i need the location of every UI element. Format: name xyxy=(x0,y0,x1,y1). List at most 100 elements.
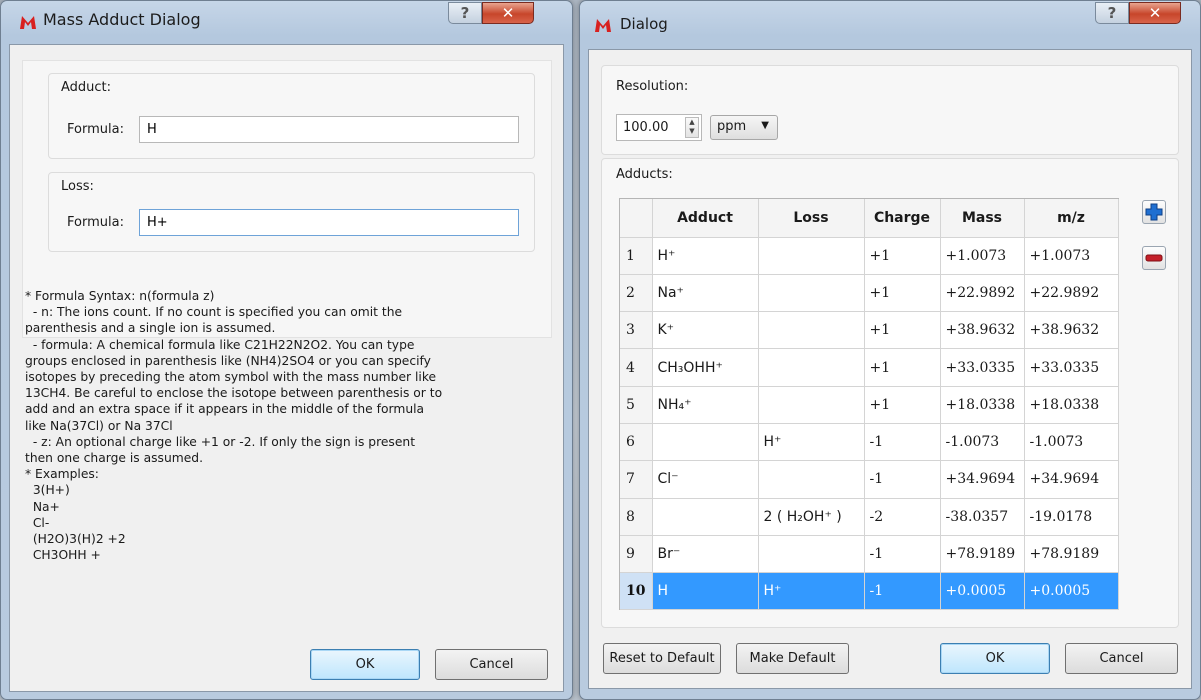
row-number[interactable]: 9 xyxy=(620,535,653,574)
adduct-cell[interactable]: Br⁻ xyxy=(652,535,759,574)
table-row[interactable]: 5 NH₄⁺ +1 +18.0338 +18.0338 xyxy=(620,386,1119,424)
adducts-table[interactable]: Adduct Loss Charge Mass m/z 1 H⁺ +1 +1.0… xyxy=(619,198,1119,611)
mass-cell[interactable]: +34.9694 xyxy=(940,460,1025,499)
table-row[interactable]: 7 Cl⁻ -1 +34.9694 +34.9694 xyxy=(620,460,1119,499)
charge-cell[interactable]: -1 xyxy=(864,423,941,462)
loss-cell[interactable] xyxy=(758,274,865,313)
column-header[interactable]: m/z xyxy=(1024,199,1119,238)
row-number[interactable]: 4 xyxy=(620,348,653,387)
loss-cell[interactable] xyxy=(758,460,865,499)
adduct-cell[interactable]: CH₃OHH⁺ xyxy=(652,348,759,387)
charge-cell[interactable]: +1 xyxy=(864,348,941,387)
row-number[interactable]: 6 xyxy=(620,423,653,462)
mass-cell[interactable]: +22.9892 xyxy=(940,274,1025,313)
adduct-cell[interactable]: Cl⁻ xyxy=(652,460,759,499)
mz-cell[interactable]: +78.9189 xyxy=(1024,535,1119,574)
adduct-groupbox: Adduct: Formula: xyxy=(48,73,535,159)
table-row[interactable]: 9 Br⁻ -1 +78.9189 +78.9189 xyxy=(620,535,1119,574)
row-number[interactable]: 3 xyxy=(620,311,653,350)
charge-cell[interactable]: -1 xyxy=(864,535,941,574)
remove-row-button[interactable] xyxy=(1142,246,1166,270)
help-button[interactable]: ? xyxy=(1095,2,1129,24)
loss-formula-input[interactable] xyxy=(139,209,519,236)
mz-cell[interactable]: -1.0073 xyxy=(1024,423,1119,462)
mz-cell[interactable]: +18.0338 xyxy=(1024,386,1119,424)
loss-cell[interactable] xyxy=(758,311,865,350)
loss-cell[interactable] xyxy=(758,386,865,424)
column-header[interactable]: Mass xyxy=(940,199,1025,238)
row-number[interactable]: 1 xyxy=(620,237,653,275)
mz-cell[interactable]: -19.0178 xyxy=(1024,498,1119,536)
mz-cell[interactable]: +1.0073 xyxy=(1024,237,1119,275)
row-number[interactable]: 2 xyxy=(620,274,653,313)
loss-groupbox: Loss: Formula: xyxy=(48,172,535,252)
close-button[interactable]: ✕ xyxy=(482,2,534,24)
resolution-unit-select[interactable]: ppm ▼ xyxy=(710,115,778,140)
cancel-button[interactable]: Cancel xyxy=(1065,643,1178,674)
mass-cell[interactable]: +1.0073 xyxy=(940,237,1025,275)
row-number[interactable]: 8 xyxy=(620,498,653,536)
adduct-group-title: Adduct: xyxy=(61,80,112,95)
title-bar[interactable]: Dialog ? ✕ xyxy=(580,1,1200,43)
loss-cell[interactable]: 2 ( H₂OH⁺ ) xyxy=(758,498,865,536)
table-row[interactable]: 3 K⁺ +1 +38.9632 +38.9632 xyxy=(620,311,1119,350)
resolution-spinbox[interactable]: 100.00 ▲ ▼ xyxy=(616,114,702,141)
adduct-cell[interactable]: NH₄⁺ xyxy=(652,386,759,424)
table-row[interactable]: 1 H⁺ +1 +1.0073 +1.0073 xyxy=(620,237,1119,275)
table-row[interactable]: 4 CH₃OHH⁺ +1 +33.0335 +33.0335 xyxy=(620,348,1119,387)
ok-button[interactable]: OK xyxy=(310,649,420,680)
mass-cell[interactable]: +33.0335 xyxy=(940,348,1025,387)
adduct-cell[interactable]: H⁺ xyxy=(652,237,759,275)
column-header[interactable]: Charge xyxy=(864,199,941,238)
charge-cell[interactable]: +1 xyxy=(864,311,941,350)
charge-cell[interactable]: -1 xyxy=(864,460,941,499)
table-row[interactable]: 2 Na⁺ +1 +22.9892 +22.9892 xyxy=(620,274,1119,313)
mass-cell[interactable]: -1.0073 xyxy=(940,423,1025,462)
title-bar[interactable]: Mass Adduct Dialog ? ✕ xyxy=(1,1,572,43)
charge-cell[interactable]: +1 xyxy=(864,237,941,275)
table-row[interactable]: 8 2 ( H₂OH⁺ ) -2 -38.0357 -19.0178 xyxy=(620,498,1119,536)
mz-cell[interactable]: +33.0335 xyxy=(1024,348,1119,387)
adduct-cell[interactable] xyxy=(652,423,759,462)
loss-cell[interactable] xyxy=(758,535,865,574)
table-row-selected[interactable]: 10 H H⁺ -1 +0.0005 +0.0005 xyxy=(620,572,1119,611)
mz-cell[interactable]: +22.9892 xyxy=(1024,274,1119,313)
adduct-cell[interactable]: H xyxy=(652,572,759,611)
row-number[interactable]: 7 xyxy=(620,460,653,499)
adduct-formula-input[interactable] xyxy=(139,116,519,143)
row-number[interactable]: 5 xyxy=(620,386,653,424)
charge-cell[interactable]: +1 xyxy=(864,274,941,313)
table-row[interactable]: 6 H⁺ -1 -1.0073 -1.0073 xyxy=(620,423,1119,462)
minus-icon xyxy=(1145,254,1163,262)
row-number[interactable]: 10 xyxy=(620,572,653,611)
add-row-button[interactable] xyxy=(1142,200,1166,224)
loss-cell[interactable]: H⁺ xyxy=(758,423,865,462)
adduct-cell[interactable]: Na⁺ xyxy=(652,274,759,313)
mass-cell[interactable]: -38.0357 xyxy=(940,498,1025,536)
loss-cell[interactable] xyxy=(758,237,865,275)
cancel-button[interactable]: Cancel xyxy=(435,649,548,680)
adduct-cell[interactable] xyxy=(652,498,759,536)
mass-cell[interactable]: +18.0338 xyxy=(940,386,1025,424)
mass-cell[interactable]: +0.0005 xyxy=(940,572,1025,611)
reset-to-default-button[interactable]: Reset to Default xyxy=(603,643,721,674)
mass-cell[interactable]: +38.9632 xyxy=(940,311,1025,350)
charge-cell[interactable]: +1 xyxy=(864,386,941,424)
close-button[interactable]: ✕ xyxy=(1129,2,1181,24)
mz-cell[interactable]: +38.9632 xyxy=(1024,311,1119,350)
mass-cell[interactable]: +78.9189 xyxy=(940,535,1025,574)
ok-button[interactable]: OK xyxy=(940,643,1050,674)
help-button[interactable]: ? xyxy=(448,2,482,24)
mz-cell[interactable]: +0.0005 xyxy=(1024,572,1119,611)
mz-cell[interactable]: +34.9694 xyxy=(1024,460,1119,499)
column-header[interactable]: Adduct xyxy=(652,199,759,238)
charge-cell[interactable]: -1 xyxy=(864,572,941,611)
make-default-button[interactable]: Make Default xyxy=(736,643,849,674)
column-header[interactable]: Loss xyxy=(758,199,865,238)
corner-header[interactable] xyxy=(620,199,653,238)
charge-cell[interactable]: -2 xyxy=(864,498,941,536)
loss-cell[interactable]: H⁺ xyxy=(758,572,865,611)
adduct-cell[interactable]: K⁺ xyxy=(652,311,759,350)
loss-cell[interactable] xyxy=(758,348,865,387)
spin-arrows-icon[interactable]: ▲ ▼ xyxy=(685,117,699,138)
